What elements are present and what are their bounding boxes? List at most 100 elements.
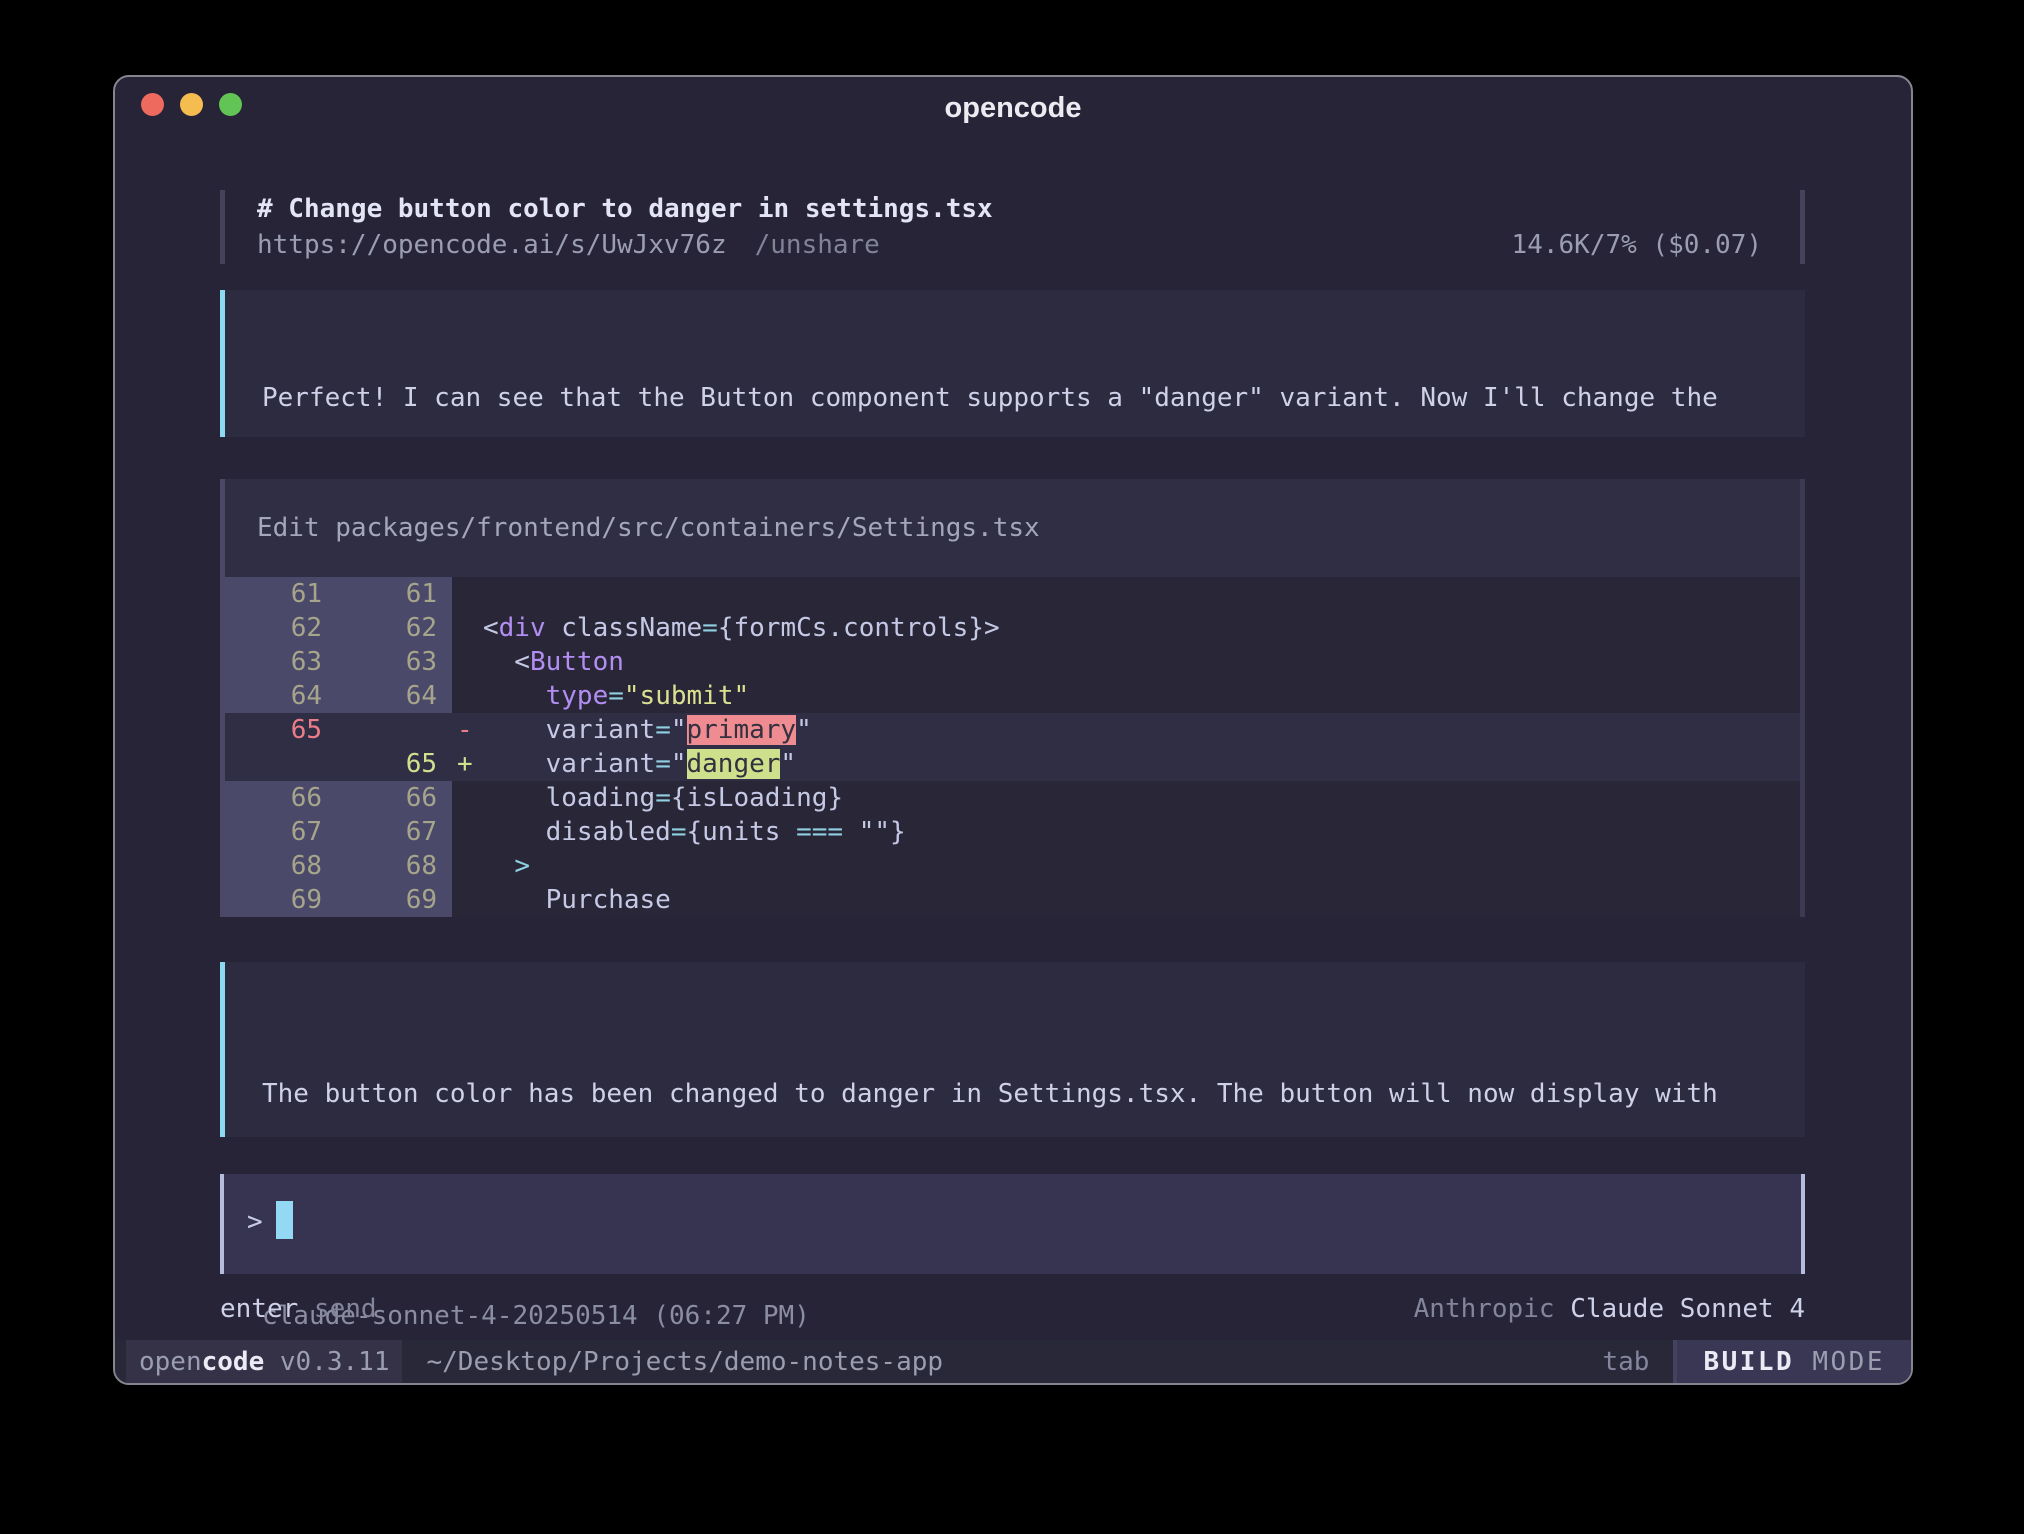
diff-row: 6666 loading={isLoading} bbox=[225, 781, 1800, 815]
code-token: = bbox=[655, 715, 671, 745]
code-token bbox=[483, 681, 546, 711]
code-token: > bbox=[514, 851, 530, 881]
code-line: disabled={units === ""} bbox=[483, 815, 1800, 849]
code-token: " bbox=[671, 749, 687, 779]
minimize-button[interactable] bbox=[180, 93, 203, 116]
code-token: " bbox=[780, 749, 796, 779]
diff-marker bbox=[452, 815, 483, 849]
diff-marker bbox=[452, 577, 483, 611]
status-right: tab BUILD MODE bbox=[1602, 1340, 1911, 1383]
app-name-code: code bbox=[202, 1347, 265, 1377]
code-token: " bbox=[671, 715, 687, 745]
code-token: = bbox=[671, 817, 687, 847]
code-token: "submit" bbox=[624, 681, 749, 711]
message-line: Perfect! I can see that the Button compo… bbox=[262, 380, 1805, 417]
app-version-chip: opencode v0.3.11 bbox=[126, 1340, 402, 1383]
code-token: disabled bbox=[483, 817, 671, 847]
old-line-number: 66 bbox=[225, 781, 337, 815]
mode-suffix: MODE bbox=[1794, 1347, 1885, 1377]
diff-row: 65- variant="primary" bbox=[225, 713, 1800, 747]
app-name-open: open bbox=[139, 1347, 202, 1377]
opencode-window: opencode # Change button color to danger… bbox=[113, 75, 1913, 1385]
diff-row: 6262<div className={formCs.controls}> bbox=[225, 611, 1800, 645]
new-line-number: 64 bbox=[337, 679, 452, 713]
new-line-number: 67 bbox=[337, 815, 452, 849]
code-line: <Button bbox=[483, 645, 1800, 679]
diff-marker: + bbox=[452, 747, 483, 781]
code-token: === bbox=[796, 817, 843, 847]
mode-toggle-chip[interactable]: BUILD MODE bbox=[1677, 1340, 1911, 1383]
traffic-lights bbox=[141, 93, 242, 116]
zoom-button[interactable] bbox=[219, 93, 242, 116]
new-line-number bbox=[337, 713, 452, 747]
window-title: opencode bbox=[115, 77, 1911, 139]
old-line-number: 67 bbox=[225, 815, 337, 849]
status-bar: opencode v0.3.11 ~/Desktop/Projects/demo… bbox=[115, 1340, 1911, 1383]
session-share-row: https://opencode.ai/s/UwJxv76z /unshare … bbox=[257, 227, 1768, 263]
tab-key-hint: tab bbox=[1602, 1347, 1649, 1377]
code-token: danger bbox=[687, 749, 781, 779]
new-line-number: 62 bbox=[337, 611, 452, 645]
new-line-number: 61 bbox=[337, 577, 452, 611]
code-token: {isLoading} bbox=[671, 783, 843, 813]
code-line: Purchase bbox=[483, 883, 1800, 917]
prompt-input[interactable]: > bbox=[220, 1174, 1805, 1274]
prompt-symbol: > bbox=[247, 1207, 263, 1237]
code-token: type bbox=[546, 681, 609, 711]
share-url-link[interactable]: https://opencode.ai/s/UwJxv76z bbox=[257, 227, 727, 263]
code-token: {units bbox=[687, 817, 797, 847]
unshare-command[interactable]: /unshare bbox=[755, 227, 880, 263]
old-line-number: 65 bbox=[225, 713, 337, 747]
enter-key-hint: enter bbox=[220, 1294, 298, 1324]
diff-marker bbox=[452, 883, 483, 917]
code-token: Purchase bbox=[483, 885, 671, 915]
edit-tool-title: Edit packages/frontend/src/containers/Se… bbox=[225, 479, 1800, 577]
code-line bbox=[483, 577, 1800, 611]
new-line-number: 65 bbox=[337, 747, 452, 781]
code-token: div bbox=[499, 613, 546, 643]
diff-row: 6969 Purchase bbox=[225, 883, 1800, 917]
send-label: send bbox=[298, 1294, 376, 1324]
code-token: > bbox=[984, 613, 1000, 643]
code-token: Button bbox=[530, 647, 624, 677]
old-line-number bbox=[225, 747, 337, 781]
hint-row: enter send Anthropic Claude Sonnet 4 bbox=[220, 1294, 1805, 1324]
provider-label: Anthropic bbox=[1414, 1294, 1571, 1324]
session-title: # Change button color to danger in setti… bbox=[257, 191, 1768, 227]
diff-row: 65+ variant="danger" bbox=[225, 747, 1800, 781]
model-label: Claude Sonnet 4 bbox=[1570, 1294, 1805, 1324]
diff-row: 6161 bbox=[225, 577, 1800, 611]
code-line: type="submit" bbox=[483, 679, 1800, 713]
code-token: < bbox=[483, 647, 530, 677]
session-header: # Change button color to danger in setti… bbox=[220, 190, 1805, 264]
diff-row: 6363 <Button bbox=[225, 645, 1800, 679]
code-token: loading bbox=[483, 783, 655, 813]
edit-tool-block: Edit packages/frontend/src/containers/Se… bbox=[220, 479, 1805, 917]
code-token: = bbox=[655, 783, 671, 813]
diff-marker bbox=[452, 679, 483, 713]
diff-row: 6767 disabled={units === ""} bbox=[225, 815, 1800, 849]
send-hint: enter send bbox=[220, 1294, 377, 1324]
code-token: primary bbox=[687, 715, 797, 745]
old-line-number: 69 bbox=[225, 883, 337, 917]
old-line-number: 64 bbox=[225, 679, 337, 713]
assistant-message: Perfect! I can see that the Button compo… bbox=[220, 290, 1805, 437]
text-cursor bbox=[276, 1201, 293, 1239]
code-line: <div className={formCs.controls}> bbox=[483, 611, 1800, 645]
code-line: loading={isLoading} bbox=[483, 781, 1800, 815]
diff-marker bbox=[452, 611, 483, 645]
working-directory: ~/Desktop/Projects/demo-notes-app bbox=[426, 1347, 943, 1377]
diff-rows: 61616262<div className={formCs.controls}… bbox=[225, 577, 1800, 917]
token-usage: 14.6K/7% ($0.07) bbox=[1512, 227, 1768, 263]
new-line-number: 66 bbox=[337, 781, 452, 815]
new-line-number: 68 bbox=[337, 849, 452, 883]
code-token: className bbox=[546, 613, 703, 643]
code-token: variant bbox=[483, 749, 655, 779]
close-button[interactable] bbox=[141, 93, 164, 116]
app-version: v0.3.11 bbox=[264, 1347, 389, 1377]
code-line: > bbox=[483, 849, 1800, 883]
assistant-message: The button color has been changed to dan… bbox=[220, 962, 1805, 1137]
code-token: = bbox=[655, 749, 671, 779]
code-line: variant="danger" bbox=[483, 747, 1800, 781]
code-token: " bbox=[796, 715, 812, 745]
